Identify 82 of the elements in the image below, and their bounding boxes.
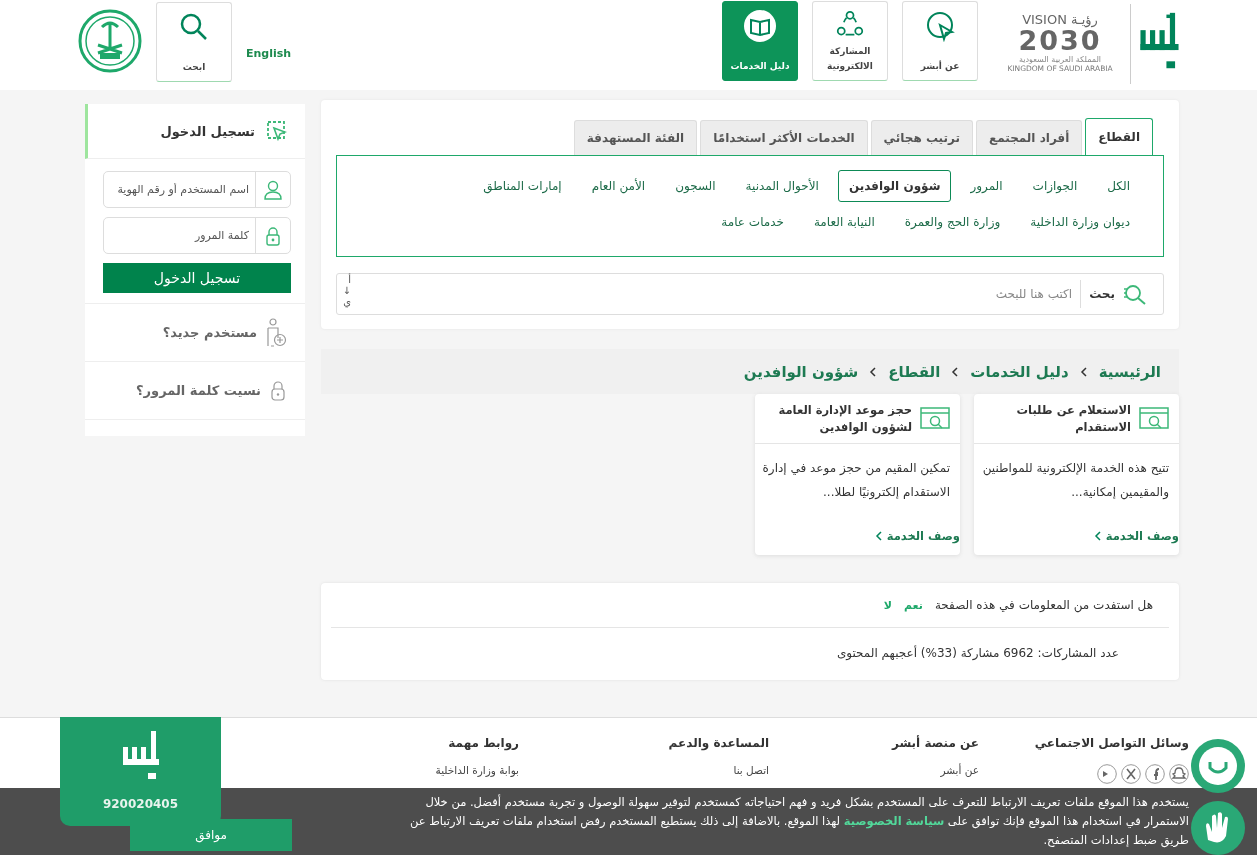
footer-heading: المساعدة والدعم xyxy=(668,736,769,750)
footer-link[interactable]: بوابة وزارة الداخلية xyxy=(435,764,519,776)
cookie-notice: يستخدم هذا الموقع ملفات تعريف الارتباط للتعرف على المستخدم بشكل فريد و فهم احتياجاته كمستخدم لتوفير سهولة الوصول و تجربة مستخدم أفضل. من خلال الاستمرار في استخدام هذا الموقع فإنك توافق على سياسة الخصوصية لهذا الموقع. بالاضافة إلى ذلك يستطيع المستخدم رفض استخدام ملفات تعريف الارتباط عن طريق ضبط إعدادات المتصفح. xyxy=(408,793,1189,850)
text-input[interactable]: كلمة المرور xyxy=(104,218,255,253)
youtube-icon xyxy=(1097,764,1117,784)
new-user-link[interactable]: مستخدم جديد؟ xyxy=(85,304,305,362)
tab[interactable]: القطاع xyxy=(1085,118,1153,155)
chevron-icon xyxy=(1093,531,1102,541)
search-label: بحث xyxy=(1080,280,1115,308)
share-icon xyxy=(834,10,866,38)
feedback-question: هل استفدت من المعلومات في هذه الصفحة xyxy=(934,598,1153,612)
service-card[interactable]: حجز موعد الإدارة العامة لشؤون الوافدين تمكين المقيم من حجز موعد في إدارة الاستقدام إلكترونيًا لطلا... وصف الخدمة xyxy=(755,394,960,555)
book-icon xyxy=(744,10,776,42)
x-icon xyxy=(1121,764,1141,784)
tab[interactable]: الخدمات الأكثر استخدامًا xyxy=(700,120,868,155)
footer-heading: وسائل التواصل الاجتماعي xyxy=(1034,736,1189,750)
nav-tile[interactable]: عن أبشر xyxy=(902,1,978,81)
cursor-icon xyxy=(924,10,956,42)
service-description: تتيح هذه الخدمة الإلكترونية للمواطنين والمقيمين إمكانية... xyxy=(981,460,1169,502)
chevron-icon xyxy=(951,366,960,377)
chevron-icon xyxy=(874,531,883,541)
sector-filter[interactable]: شؤون الوافدين xyxy=(837,170,952,202)
breadcrumb-link[interactable]: القطاع xyxy=(888,362,941,381)
search-field[interactable]: بحث اكتب هنا للبحث أ↓ي xyxy=(336,273,1164,315)
privacy-policy-link[interactable]: سياسة الخصوصية xyxy=(843,814,945,828)
vision-arabic-label: رؤيـة xyxy=(1070,12,1098,27)
sector-filter[interactable]: الجوازات xyxy=(1021,170,1089,202)
input-field[interactable]: كلمة المرور xyxy=(103,217,291,254)
sector-filter[interactable]: الأحوال المدنية xyxy=(734,170,830,202)
sector-filter[interactable]: خدمات عامة xyxy=(710,206,795,238)
sector-filter[interactable]: النيابة العامة xyxy=(802,206,886,238)
tab[interactable]: الفئة المستهدفة xyxy=(573,120,698,155)
feedback-stats: عدد المشاركات: 6962 مشاركة (33%) أعجبهم المحتوى xyxy=(835,644,1120,660)
emblem-icon xyxy=(78,9,142,73)
breadcrumb-link[interactable]: دليل الخدمات xyxy=(970,362,1069,381)
browser-search-icon xyxy=(920,405,950,432)
search-tile[interactable]: ابحث xyxy=(156,1,232,82)
user-icon xyxy=(264,179,282,200)
footer-heading: عن منصة أبشر xyxy=(891,736,979,750)
breadcrumb-link[interactable]: شؤون الوافدين xyxy=(743,362,859,381)
facebook-icon xyxy=(1145,764,1165,784)
accept-button[interactable]: موافق xyxy=(130,819,292,851)
tab[interactable]: أفراد المجتمع xyxy=(976,120,1083,155)
forgot-password-link[interactable]: نسيت كلمة المرور؟ xyxy=(85,362,305,420)
footer-link[interactable]: عن أبشر xyxy=(940,764,979,776)
sector-filter[interactable]: ديوان وزارة الداخلية xyxy=(1019,206,1141,238)
sector-filter[interactable]: وزارة الحج والعمرة xyxy=(893,206,1012,238)
sort-toggle[interactable]: أ↓ي xyxy=(341,274,351,307)
service-card[interactable]: الاستعلام عن طلبات الاستقدام تتيح هذه الخدمة الإلكترونية للمواطنين والمقيمين إمكانية... وصف الخدمة xyxy=(974,394,1179,555)
footer-link[interactable]: اتصل بنا xyxy=(733,764,769,776)
vision-label: VISION xyxy=(1022,12,1067,27)
sector-filter[interactable]: الأمن العام xyxy=(580,170,657,202)
nav-tile[interactable]: دليل الخدمات xyxy=(722,1,798,81)
cursor-select-icon xyxy=(267,121,287,141)
nav-tile[interactable]: المشاركة الالكترونية xyxy=(812,1,888,81)
snapchat-icon xyxy=(1169,764,1189,784)
service-title: الاستعلام عن طلبات الاستقدام xyxy=(1015,401,1131,436)
vision-year: 2030 xyxy=(1018,27,1102,55)
chat-icon xyxy=(1190,738,1246,794)
tab[interactable]: ترتيب هجائي xyxy=(870,120,973,155)
browser-search-icon xyxy=(1139,405,1169,432)
login-title: تسجيل الدخول xyxy=(160,123,255,139)
chevron-icon xyxy=(1079,366,1088,377)
sector-filter[interactable]: المرور xyxy=(959,170,1014,202)
lock-icon xyxy=(264,225,282,246)
lock-icon xyxy=(269,379,287,402)
service-link[interactable]: وصف الخدمة xyxy=(1093,529,1179,543)
footer-heading: روابط مهمة xyxy=(448,736,519,750)
chevron-icon xyxy=(869,366,878,377)
phone-number: 920020405 xyxy=(102,797,179,811)
add-user-icon xyxy=(265,317,287,348)
hand-icon xyxy=(1190,800,1246,855)
sector-filter[interactable]: إمارات المناطق xyxy=(472,170,573,202)
service-link[interactable]: وصف الخدمة xyxy=(874,529,960,543)
breadcrumb-link[interactable]: الرئيسية xyxy=(1098,362,1161,381)
service-description: تمكين المقيم من حجز موعد في إدارة الاستقدام إلكترونيًا لطلا... xyxy=(761,460,950,502)
language-link[interactable]: English xyxy=(246,46,292,60)
login-button[interactable]: تسجيل الدخول xyxy=(103,263,291,293)
service-title: حجز موعد الإدارة العامة لشؤون الوافدين xyxy=(777,401,912,436)
sector-filter[interactable]: الكل xyxy=(1096,170,1141,202)
kingdom-arabic-label: المملكة العربية السعودية xyxy=(1018,55,1102,64)
sector-filter[interactable]: السجون xyxy=(664,170,727,202)
